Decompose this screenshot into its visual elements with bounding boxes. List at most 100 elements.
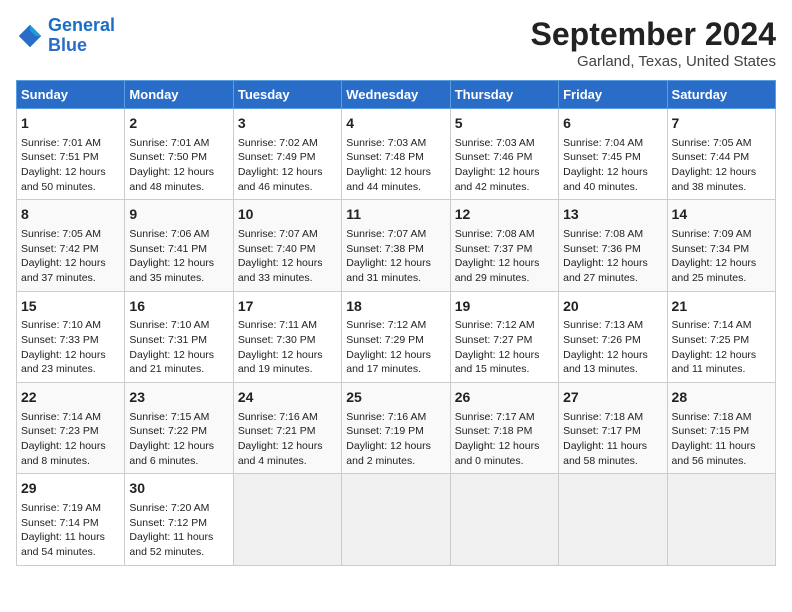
day-number: 13 [563,205,662,225]
calendar-cell: 16Sunrise: 7:10 AM Sunset: 7:31 PM Dayli… [125,291,233,382]
col-header-friday: Friday [559,81,667,109]
day-number: 2 [129,114,228,134]
day-info: Sunrise: 7:16 AM Sunset: 7:19 PM Dayligh… [346,410,445,469]
day-number: 3 [238,114,337,134]
day-info: Sunrise: 7:14 AM Sunset: 7:25 PM Dayligh… [672,318,771,377]
day-info: Sunrise: 7:17 AM Sunset: 7:18 PM Dayligh… [455,410,554,469]
calendar-cell: 12Sunrise: 7:08 AM Sunset: 7:37 PM Dayli… [450,200,558,291]
day-info: Sunrise: 7:16 AM Sunset: 7:21 PM Dayligh… [238,410,337,469]
calendar-cell: 18Sunrise: 7:12 AM Sunset: 7:29 PM Dayli… [342,291,450,382]
logo: General Blue [16,16,115,56]
calendar-cell: 28Sunrise: 7:18 AM Sunset: 7:15 PM Dayli… [667,383,775,474]
calendar-cell: 15Sunrise: 7:10 AM Sunset: 7:33 PM Dayli… [17,291,125,382]
day-number: 15 [21,297,120,317]
day-number: 28 [672,388,771,408]
calendar-week-row: 8Sunrise: 7:05 AM Sunset: 7:42 PM Daylig… [17,200,776,291]
day-info: Sunrise: 7:03 AM Sunset: 7:46 PM Dayligh… [455,136,554,195]
day-number: 17 [238,297,337,317]
day-info: Sunrise: 7:10 AM Sunset: 7:31 PM Dayligh… [129,318,228,377]
day-info: Sunrise: 7:10 AM Sunset: 7:33 PM Dayligh… [21,318,120,377]
day-number: 1 [21,114,120,134]
day-info: Sunrise: 7:20 AM Sunset: 7:12 PM Dayligh… [129,501,228,560]
day-info: Sunrise: 7:19 AM Sunset: 7:14 PM Dayligh… [21,501,120,560]
day-number: 8 [21,205,120,225]
day-number: 14 [672,205,771,225]
calendar-cell: 10Sunrise: 7:07 AM Sunset: 7:40 PM Dayli… [233,200,341,291]
day-info: Sunrise: 7:09 AM Sunset: 7:34 PM Dayligh… [672,227,771,286]
day-number: 9 [129,205,228,225]
calendar-cell [233,474,341,565]
day-number: 30 [129,479,228,499]
calendar-cell: 21Sunrise: 7:14 AM Sunset: 7:25 PM Dayli… [667,291,775,382]
calendar-cell: 22Sunrise: 7:14 AM Sunset: 7:23 PM Dayli… [17,383,125,474]
calendar-cell: 14Sunrise: 7:09 AM Sunset: 7:34 PM Dayli… [667,200,775,291]
day-number: 21 [672,297,771,317]
col-header-sunday: Sunday [17,81,125,109]
col-header-wednesday: Wednesday [342,81,450,109]
calendar-cell [559,474,667,565]
title-area: September 2024 Garland, Texas, United St… [531,16,776,70]
logo-line1: General [48,15,115,35]
day-info: Sunrise: 7:01 AM Sunset: 7:50 PM Dayligh… [129,136,228,195]
calendar-header-row: SundayMondayTuesdayWednesdayThursdayFrid… [17,81,776,109]
day-info: Sunrise: 7:14 AM Sunset: 7:23 PM Dayligh… [21,410,120,469]
day-number: 19 [455,297,554,317]
day-number: 20 [563,297,662,317]
calendar-cell: 30Sunrise: 7:20 AM Sunset: 7:12 PM Dayli… [125,474,233,565]
calendar-cell: 5Sunrise: 7:03 AM Sunset: 7:46 PM Daylig… [450,109,558,200]
calendar-cell [342,474,450,565]
col-header-thursday: Thursday [450,81,558,109]
calendar-cell: 1Sunrise: 7:01 AM Sunset: 7:51 PM Daylig… [17,109,125,200]
day-number: 12 [455,205,554,225]
day-number: 11 [346,205,445,225]
calendar-cell: 6Sunrise: 7:04 AM Sunset: 7:45 PM Daylig… [559,109,667,200]
day-number: 24 [238,388,337,408]
calendar-cell: 29Sunrise: 7:19 AM Sunset: 7:14 PM Dayli… [17,474,125,565]
page-title: September 2024 [531,16,776,53]
day-info: Sunrise: 7:13 AM Sunset: 7:26 PM Dayligh… [563,318,662,377]
day-info: Sunrise: 7:06 AM Sunset: 7:41 PM Dayligh… [129,227,228,286]
day-info: Sunrise: 7:12 AM Sunset: 7:29 PM Dayligh… [346,318,445,377]
header: General Blue September 2024 Garland, Tex… [16,16,776,70]
day-number: 29 [21,479,120,499]
day-info: Sunrise: 7:08 AM Sunset: 7:36 PM Dayligh… [563,227,662,286]
calendar-table: SundayMondayTuesdayWednesdayThursdayFrid… [16,80,776,566]
calendar-cell: 20Sunrise: 7:13 AM Sunset: 7:26 PM Dayli… [559,291,667,382]
calendar-cell: 24Sunrise: 7:16 AM Sunset: 7:21 PM Dayli… [233,383,341,474]
calendar-cell: 19Sunrise: 7:12 AM Sunset: 7:27 PM Dayli… [450,291,558,382]
day-number: 16 [129,297,228,317]
day-info: Sunrise: 7:02 AM Sunset: 7:49 PM Dayligh… [238,136,337,195]
col-header-saturday: Saturday [667,81,775,109]
day-info: Sunrise: 7:12 AM Sunset: 7:27 PM Dayligh… [455,318,554,377]
day-info: Sunrise: 7:04 AM Sunset: 7:45 PM Dayligh… [563,136,662,195]
calendar-week-row: 22Sunrise: 7:14 AM Sunset: 7:23 PM Dayli… [17,383,776,474]
col-header-monday: Monday [125,81,233,109]
day-number: 4 [346,114,445,134]
day-number: 7 [672,114,771,134]
day-info: Sunrise: 7:05 AM Sunset: 7:44 PM Dayligh… [672,136,771,195]
logo-text: General Blue [48,16,115,56]
day-number: 10 [238,205,337,225]
day-info: Sunrise: 7:03 AM Sunset: 7:48 PM Dayligh… [346,136,445,195]
calendar-week-row: 1Sunrise: 7:01 AM Sunset: 7:51 PM Daylig… [17,109,776,200]
calendar-cell: 27Sunrise: 7:18 AM Sunset: 7:17 PM Dayli… [559,383,667,474]
calendar-cell: 4Sunrise: 7:03 AM Sunset: 7:48 PM Daylig… [342,109,450,200]
day-info: Sunrise: 7:07 AM Sunset: 7:38 PM Dayligh… [346,227,445,286]
day-number: 6 [563,114,662,134]
logo-line2: Blue [48,35,87,55]
day-info: Sunrise: 7:15 AM Sunset: 7:22 PM Dayligh… [129,410,228,469]
day-number: 26 [455,388,554,408]
day-info: Sunrise: 7:07 AM Sunset: 7:40 PM Dayligh… [238,227,337,286]
day-info: Sunrise: 7:18 AM Sunset: 7:17 PM Dayligh… [563,410,662,469]
calendar-cell: 7Sunrise: 7:05 AM Sunset: 7:44 PM Daylig… [667,109,775,200]
calendar-cell: 11Sunrise: 7:07 AM Sunset: 7:38 PM Dayli… [342,200,450,291]
calendar-week-row: 15Sunrise: 7:10 AM Sunset: 7:33 PM Dayli… [17,291,776,382]
day-info: Sunrise: 7:18 AM Sunset: 7:15 PM Dayligh… [672,410,771,469]
calendar-cell: 2Sunrise: 7:01 AM Sunset: 7:50 PM Daylig… [125,109,233,200]
logo-icon [16,22,44,50]
day-number: 22 [21,388,120,408]
col-header-tuesday: Tuesday [233,81,341,109]
calendar-cell: 8Sunrise: 7:05 AM Sunset: 7:42 PM Daylig… [17,200,125,291]
day-number: 5 [455,114,554,134]
day-number: 23 [129,388,228,408]
